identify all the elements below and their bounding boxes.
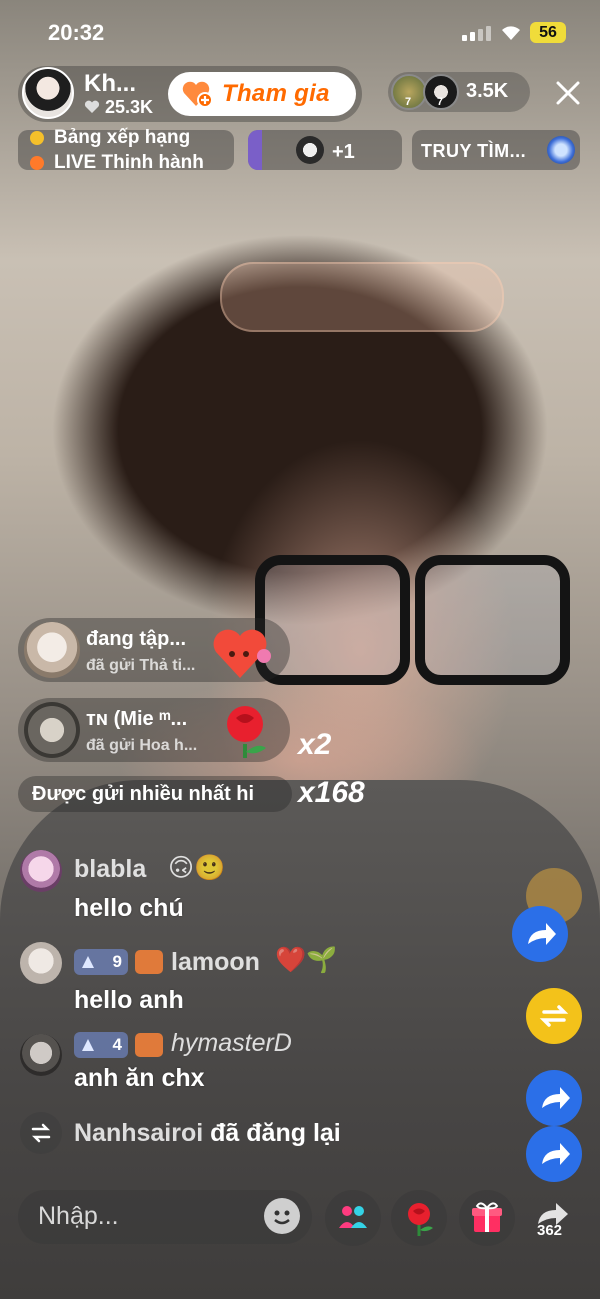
viewer-count[interactable]: 3.5K xyxy=(466,80,508,103)
guest-avatar xyxy=(296,136,324,164)
heart-gift-icon xyxy=(213,629,271,678)
user-level: 4 xyxy=(112,1035,122,1054)
guest-count: +1 xyxy=(332,141,355,163)
repost-icon xyxy=(20,1112,62,1154)
trend-icon xyxy=(30,156,44,170)
close-icon[interactable] xyxy=(553,78,583,108)
host-name[interactable]: Kh... xyxy=(84,70,136,98)
join-label: Tham gia xyxy=(222,80,330,107)
host-likes-count: 25.3K xyxy=(105,97,154,117)
repost-notice: Nanhsairoi đã đăng lại xyxy=(74,1119,341,1148)
level-triangle-icon xyxy=(82,1039,94,1051)
repost-fab[interactable] xyxy=(526,988,582,1044)
comment-emoji: 🙃🙂 xyxy=(168,854,226,882)
join-heart-icon xyxy=(182,80,214,108)
commenter-name[interactable]: hymasterD xyxy=(171,1029,292,1058)
fan-club-overlay xyxy=(220,262,504,332)
commenter-name[interactable]: lamoon xyxy=(171,948,260,977)
join-button[interactable]: Tham gia xyxy=(168,72,356,116)
share-fab[interactable] xyxy=(526,1126,582,1182)
commenter-avatar[interactable] xyxy=(20,850,62,892)
status-time: 20:32 xyxy=(48,20,105,45)
commenter-avatar[interactable] xyxy=(20,942,62,984)
search-chip-label: TRUY TÌM... xyxy=(421,141,527,161)
ranking-label: Bảng xếp hạng xyxy=(54,127,191,148)
heart-icon xyxy=(84,100,100,113)
most-sent-label: Được gửi nhiều nhất hi xyxy=(32,783,255,805)
viewer-rank-badge: 7 xyxy=(437,96,444,108)
host-likes: 25.3K xyxy=(84,97,153,118)
wifi-icon xyxy=(502,26,520,40)
guest-chip-accent xyxy=(248,130,262,170)
battery-indicator: 56 xyxy=(530,22,566,43)
gift-multiplier: x2 xyxy=(298,728,332,761)
gifter-name: đang tập... xyxy=(86,628,186,650)
user-level-badge: 9 xyxy=(74,949,128,975)
most-sent-banner: Được gửi nhiều nhất hi xyxy=(18,776,292,812)
repost-text: đã đăng lại xyxy=(210,1119,341,1147)
guest-chip[interactable] xyxy=(248,130,402,170)
rank-icon xyxy=(30,131,44,145)
commenter-avatar[interactable] xyxy=(20,1034,62,1076)
user-level: 9 xyxy=(112,952,122,971)
most-sent-count: x168 xyxy=(298,776,365,809)
level-triangle-icon xyxy=(82,956,94,968)
share-count: 362 xyxy=(537,1222,563,1239)
gifter-avatar xyxy=(24,622,80,678)
gift-description: đã gửi Hoa h... xyxy=(86,737,198,754)
viewer-rank-badge: 7 xyxy=(405,96,412,108)
trending-label: LIVE Thịnh hành xyxy=(54,152,204,170)
gifter-avatar xyxy=(24,702,80,758)
user-level-badge: 4 xyxy=(74,1032,128,1058)
share-fab[interactable] xyxy=(526,1070,582,1126)
rose-gift-button[interactable] xyxy=(391,1190,447,1246)
fan-badge-icon xyxy=(135,1033,163,1057)
comment-message: hello chú xyxy=(74,894,184,922)
comment-emoji: ❤️🌱 xyxy=(275,946,338,974)
gift-box-button[interactable] xyxy=(459,1190,515,1246)
gifter-name: ᴛɴ (Mie ᵐ... xyxy=(86,708,188,730)
host-avatar[interactable] xyxy=(22,67,74,119)
comment-message: anh ăn chx xyxy=(74,1064,205,1092)
emoji-icon[interactable] xyxy=(264,1198,300,1234)
gift-description: đã gửi Thả ti... xyxy=(86,657,196,674)
share-fab[interactable] xyxy=(512,906,568,962)
rose-gift-icon xyxy=(227,706,266,758)
video-glasses xyxy=(255,555,570,685)
commenter-name[interactable]: blabla xyxy=(74,855,146,884)
comment-message: hello anh xyxy=(74,986,184,1014)
status-bar: 20:32 56 xyxy=(0,0,600,62)
signal-icon xyxy=(462,26,491,41)
repost-user[interactable]: Nanhsairoi xyxy=(74,1119,203,1147)
fan-badge-icon xyxy=(135,950,163,974)
co-host-button[interactable] xyxy=(325,1190,381,1246)
comment-input-placeholder[interactable]: Nhập... xyxy=(38,1202,119,1231)
crystal-ball-icon xyxy=(547,136,575,164)
